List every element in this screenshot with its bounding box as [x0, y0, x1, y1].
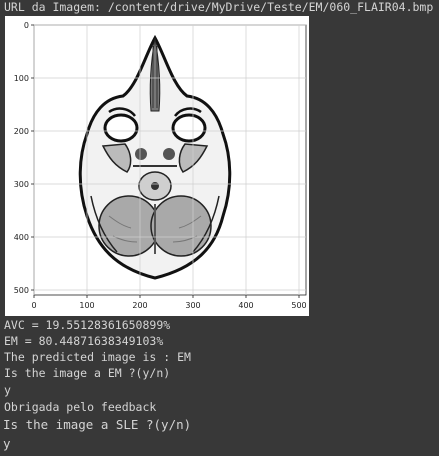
y-tick-label: 0: [24, 21, 29, 30]
user-answer-input[interactable]: y: [3, 437, 11, 451]
x-tick-label: 0: [31, 301, 36, 310]
x-tick-label: 500: [291, 301, 306, 310]
avc-probability-text: AVC = 19.55128361650899%: [4, 318, 171, 332]
image-url-text: URL da Imagem: /content/drive/MyDrive/Te…: [4, 0, 434, 14]
y-tick-label: 400: [14, 233, 29, 242]
x-tick-label: 100: [79, 301, 94, 310]
plot-svg: 0 100 200 300 400 500 0 100 200 300 400 …: [14, 21, 307, 310]
y-tick-label: 300: [14, 180, 29, 189]
y-tick-label: 500: [14, 286, 29, 295]
y-tick-label: 200: [14, 127, 29, 136]
y-tick-label: 100: [14, 74, 29, 83]
user-answer-text: y: [4, 383, 11, 397]
x-tick-label: 400: [238, 301, 253, 310]
x-tick-label: 300: [185, 301, 200, 310]
em-question-prompt: Is the image a EM ?(y/n): [4, 366, 171, 380]
prediction-text: The predicted image is : EM: [4, 350, 191, 364]
em-probability-text: EM = 80.44871638349103%: [4, 334, 164, 348]
x-tick-label: 200: [132, 301, 147, 310]
sle-question-prompt: Is the image a SLE ?(y/n): [3, 417, 192, 432]
mri-image-plot: 0 100 200 300 400 500 0 100 200 300 400 …: [5, 16, 309, 316]
feedback-thanks-text: Obrigada pelo feedback: [4, 400, 157, 414]
